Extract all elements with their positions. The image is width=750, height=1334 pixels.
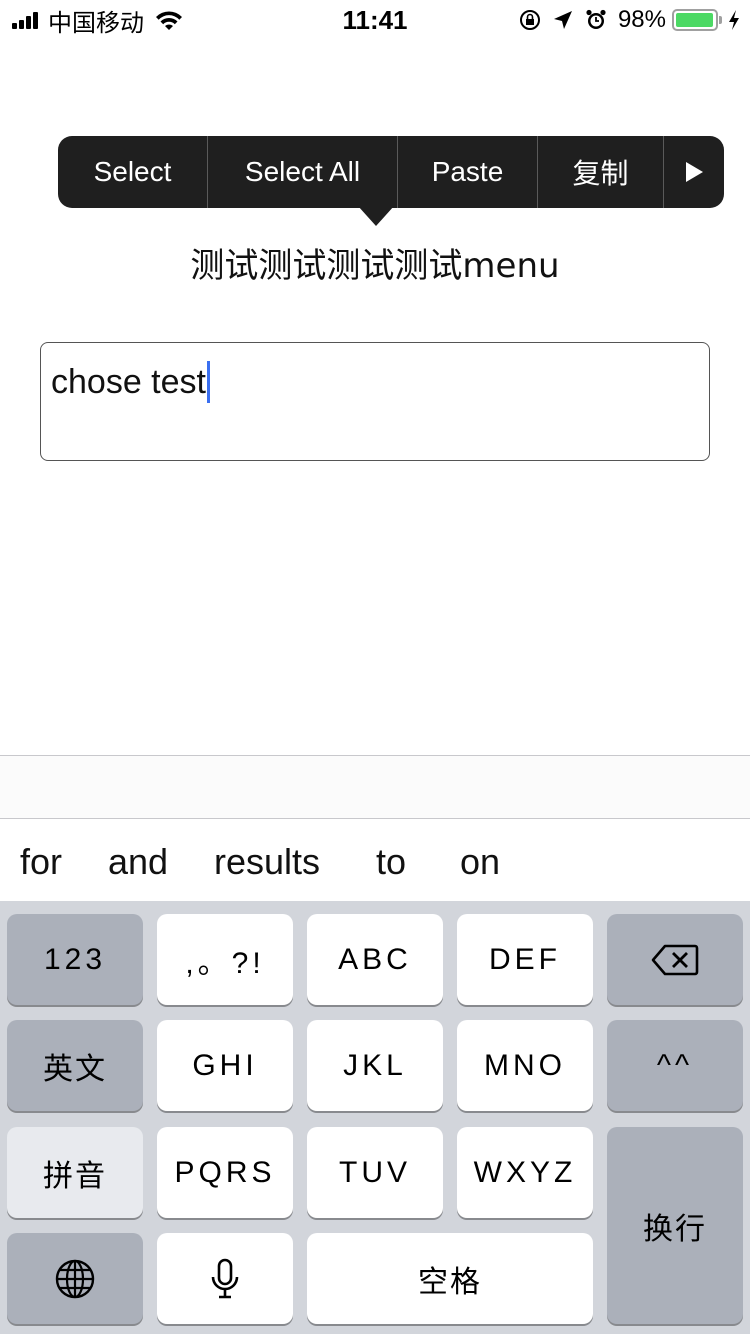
- suggestion-item[interactable]: results: [214, 841, 320, 883]
- status-bar: 中国移动 11:41 98%: [0, 0, 750, 40]
- text-caret: [206, 361, 210, 403]
- battery-cap: [719, 16, 722, 24]
- play-arrow-icon: [686, 162, 703, 182]
- keyboard: 123 ,。?! ABC DEF 英文 GHI JKL MNO ^^ 拼音 PQ…: [0, 901, 750, 1334]
- key-def[interactable]: DEF: [457, 914, 593, 1005]
- key-punctuation[interactable]: ,。?!: [157, 914, 293, 1005]
- microphone-icon: [211, 1258, 239, 1298]
- menu-item-select-all[interactable]: Select All: [208, 136, 398, 208]
- key-pqrs[interactable]: PQRS: [157, 1127, 293, 1218]
- key-jkl[interactable]: JKL: [307, 1020, 443, 1111]
- suggestion-item[interactable]: on: [460, 841, 500, 883]
- return-key[interactable]: 换行: [607, 1127, 743, 1324]
- key-abc[interactable]: ABC: [307, 914, 443, 1005]
- key-pinyin[interactable]: 拼音: [7, 1127, 143, 1218]
- space-key[interactable]: 空格: [307, 1233, 593, 1324]
- menu-test-label: 测试测试测试测试menu: [190, 246, 560, 286]
- globe-icon: [55, 1259, 95, 1298]
- suggestion-bar: for and results to on: [0, 819, 750, 901]
- keyboard-accessory-bar: [0, 755, 750, 819]
- suggestion-item[interactable]: to: [376, 841, 406, 883]
- key-tuv[interactable]: TUV: [307, 1127, 443, 1218]
- battery-icon: [672, 9, 718, 31]
- menu-more-button[interactable]: [664, 136, 724, 208]
- charging-icon: [728, 9, 740, 31]
- text-view[interactable]: chose test: [40, 342, 710, 461]
- rotation-lock-icon: [518, 8, 542, 32]
- menu-item-paste[interactable]: Paste: [398, 136, 538, 208]
- suggestion-item[interactable]: and: [108, 841, 168, 883]
- key-ghi[interactable]: GHI: [157, 1020, 293, 1111]
- key-123[interactable]: 123: [7, 914, 143, 1005]
- text-view-value: chose test: [51, 363, 206, 401]
- menu-pointer: [358, 206, 394, 226]
- key-emoticon[interactable]: ^^: [607, 1020, 743, 1111]
- location-arrow-icon: [552, 9, 574, 31]
- key-wxyz[interactable]: WXYZ: [457, 1127, 593, 1218]
- microphone-key[interactable]: [157, 1233, 293, 1324]
- edit-menu: Select Select All Paste 复制: [58, 136, 724, 208]
- delete-key[interactable]: [607, 914, 743, 1005]
- menu-item-select[interactable]: Select: [58, 136, 208, 208]
- battery-percent: 98%: [617, 6, 666, 33]
- alarm-icon: [584, 8, 608, 32]
- menu-item-copy[interactable]: 复制: [538, 136, 664, 208]
- suggestion-item[interactable]: for: [20, 841, 62, 883]
- delete-icon: [651, 944, 699, 975]
- key-mno[interactable]: MNO: [457, 1020, 593, 1111]
- globe-key[interactable]: [7, 1233, 143, 1324]
- key-english[interactable]: 英文: [7, 1020, 143, 1111]
